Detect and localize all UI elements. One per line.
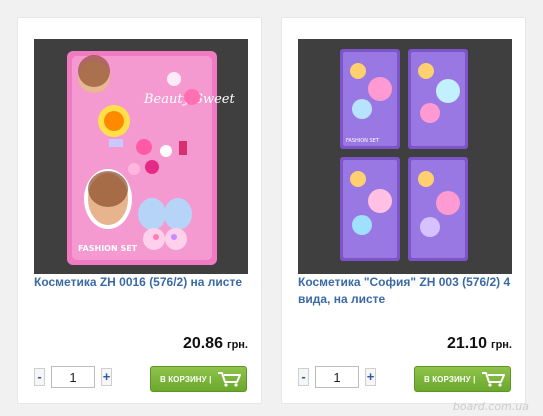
increase-quantity-button[interactable]: + bbox=[101, 368, 112, 386]
shopping-cart-icon bbox=[218, 372, 242, 387]
quantity-input[interactable] bbox=[315, 366, 359, 388]
product-price: 21.10 грн. bbox=[447, 335, 512, 353]
watermark: board.com.ua bbox=[452, 400, 529, 413]
product-image[interactable]: Beauty Sweet FASHION SET bbox=[34, 39, 248, 274]
product-title-link[interactable]: Косметика ZH 0016 (576/2) на листе bbox=[34, 274, 252, 291]
shopping-cart-icon bbox=[482, 372, 506, 387]
product-image[interactable]: FASHION SET bbox=[298, 39, 512, 274]
increase-quantity-button[interactable]: + bbox=[365, 368, 376, 386]
decrease-quantity-button[interactable]: - bbox=[298, 368, 309, 386]
price-currency: грн. bbox=[226, 339, 248, 351]
product-price: 20.86 грн. bbox=[183, 335, 248, 353]
product-card: Beauty Sweet FASHION SET Косметика ZH 00… bbox=[17, 17, 262, 404]
decrease-quantity-button[interactable]: - bbox=[34, 368, 45, 386]
product-title-link[interactable]: Косметика "София" ZH 003 (576/2) 4 вида,… bbox=[298, 274, 516, 308]
svg-text:FASHION SET: FASHION SET bbox=[78, 244, 138, 253]
quantity-stepper: - + bbox=[34, 366, 112, 388]
price-currency: грн. bbox=[490, 339, 512, 351]
quantity-stepper: - + bbox=[298, 366, 376, 388]
add-to-cart-label: В КОРЗИНУ | bbox=[160, 374, 212, 384]
price-value: 21.10 bbox=[446, 335, 487, 352]
add-to-cart-button[interactable]: В КОРЗИНУ | bbox=[414, 366, 511, 392]
quantity-input[interactable] bbox=[51, 366, 95, 388]
price-value: 20.86 bbox=[182, 335, 223, 352]
add-to-cart-button[interactable]: В КОРЗИНУ | bbox=[150, 366, 247, 392]
product-card: FASHION SET Косметика "София" ZH 003 (57… bbox=[281, 17, 526, 404]
svg-text:FASHION SET: FASHION SET bbox=[346, 138, 380, 144]
add-to-cart-label: В КОРЗИНУ | bbox=[424, 374, 476, 384]
